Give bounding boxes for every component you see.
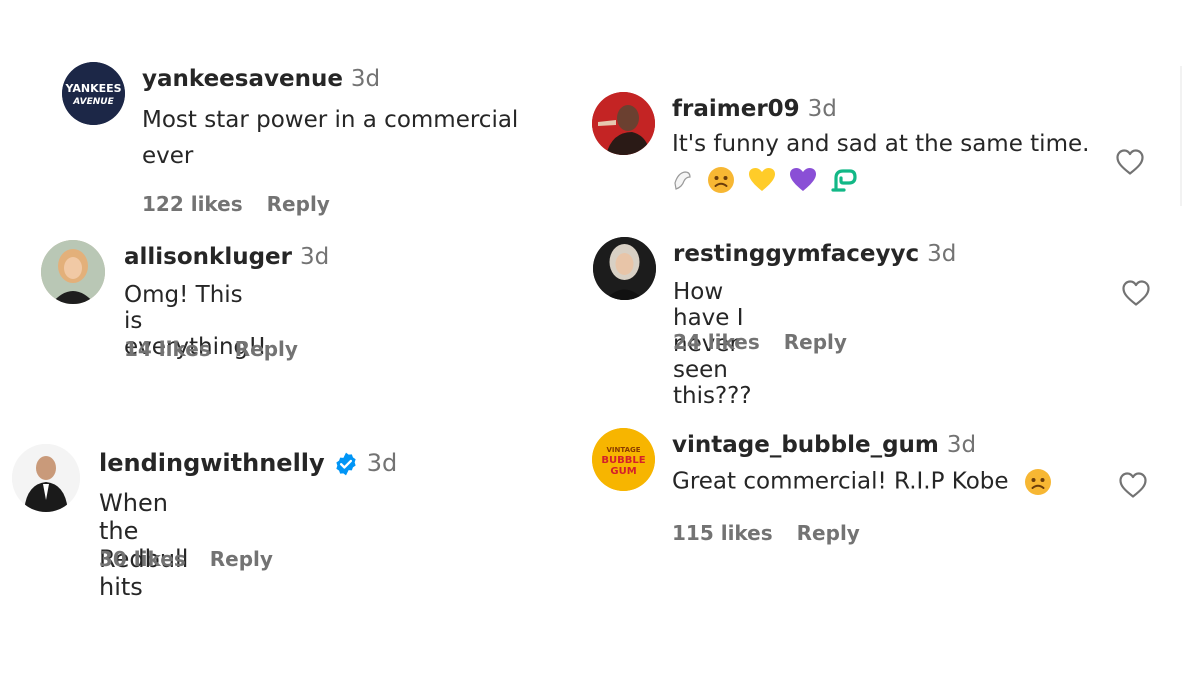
emoji-row xyxy=(672,166,858,194)
username[interactable]: yankeesavenue xyxy=(142,66,343,92)
reply-button[interactable]: Reply xyxy=(210,547,273,571)
vintage-bubble-gum-logo: VINTAGE BUBBLE GUM xyxy=(592,428,655,491)
avatar-vintage_bubble_gum[interactable]: VINTAGE BUBBLE GUM xyxy=(592,428,655,491)
profile-photo-icon xyxy=(593,237,656,300)
avatar-lendingwithnelly[interactable] xyxy=(12,444,80,512)
likes-count[interactable]: 115 likes xyxy=(672,521,773,545)
username[interactable]: lendingwithnelly xyxy=(99,449,325,477)
green-loop-icon xyxy=(831,169,857,192)
reply-button[interactable]: Reply xyxy=(235,337,298,361)
like-heart-button[interactable] xyxy=(1120,277,1152,309)
likes-count[interactable]: 30 likes xyxy=(99,547,186,571)
svg-text:VINTAGE: VINTAGE xyxy=(606,446,640,454)
heart-outline-icon xyxy=(1119,472,1147,498)
timestamp: 3d xyxy=(300,244,330,270)
svg-text:GUM: GUM xyxy=(610,466,636,477)
purple-heart-icon xyxy=(790,168,817,191)
reply-button[interactable]: Reply xyxy=(797,521,860,545)
profile-photo-icon xyxy=(41,240,105,304)
comment-text: It's funny and sad at the same time. xyxy=(672,131,1090,157)
comment-text: Great commercial! R.I.P Kobe xyxy=(672,468,1009,495)
comment-meta: 14 likes Reply xyxy=(124,337,298,361)
yankees-avenue-logo: YANKEES AVENUE xyxy=(62,62,125,125)
profile-photo-icon xyxy=(12,444,80,512)
reply-button[interactable]: Reply xyxy=(267,192,330,216)
dove-icon xyxy=(674,171,691,190)
svg-text:BUBBLE: BUBBLE xyxy=(601,455,645,466)
heart-outline-icon xyxy=(1116,149,1144,175)
avatar-fraimer09[interactable] xyxy=(592,92,655,155)
like-heart-button[interactable] xyxy=(1117,469,1149,501)
svg-text:YANKEES: YANKEES xyxy=(64,82,121,95)
sad-face-icon xyxy=(708,167,735,193)
username[interactable]: restinggymfaceyyc xyxy=(673,241,919,267)
sad-face-icon xyxy=(1024,469,1051,495)
like-heart-button[interactable] xyxy=(1114,146,1146,178)
comment-meta: 122 likes Reply xyxy=(142,192,330,216)
comment-text: Most star power in a commercial ever xyxy=(142,107,519,169)
username[interactable]: vintage_bubble_gum xyxy=(672,432,939,458)
timestamp: 3d xyxy=(946,432,977,458)
comment-text: When the Redbull hits xyxy=(99,489,189,601)
heart-outline-icon xyxy=(1122,280,1150,306)
username[interactable]: allisonkluger xyxy=(124,244,292,270)
timestamp: 3d xyxy=(350,66,381,92)
yellow-heart-icon xyxy=(749,168,776,191)
svg-text:AVENUE: AVENUE xyxy=(72,97,114,107)
comment-meta: 115 likes Reply xyxy=(672,521,860,545)
likes-count[interactable]: 122 likes xyxy=(142,192,243,216)
reply-button[interactable]: Reply xyxy=(784,330,847,354)
timestamp: 3d xyxy=(366,449,398,477)
avatar-yankeesavenue[interactable]: YANKEES AVENUE xyxy=(62,62,125,125)
username[interactable]: fraimer09 xyxy=(672,96,800,122)
timestamp: 3d xyxy=(807,96,837,122)
avatar-allisonkluger[interactable] xyxy=(41,240,105,304)
comment-meta: 30 likes Reply xyxy=(99,547,273,571)
scrollbar-track[interactable] xyxy=(1180,66,1182,206)
comment-meta: 24 likes Reply xyxy=(673,330,847,354)
avatar-restinggymfaceyyc[interactable] xyxy=(593,237,656,300)
likes-count[interactable]: 24 likes xyxy=(673,330,760,354)
profile-photo-icon xyxy=(592,92,655,155)
likes-count[interactable]: 14 likes xyxy=(124,337,211,361)
verified-badge-icon xyxy=(336,452,356,476)
timestamp: 3d xyxy=(927,241,957,267)
